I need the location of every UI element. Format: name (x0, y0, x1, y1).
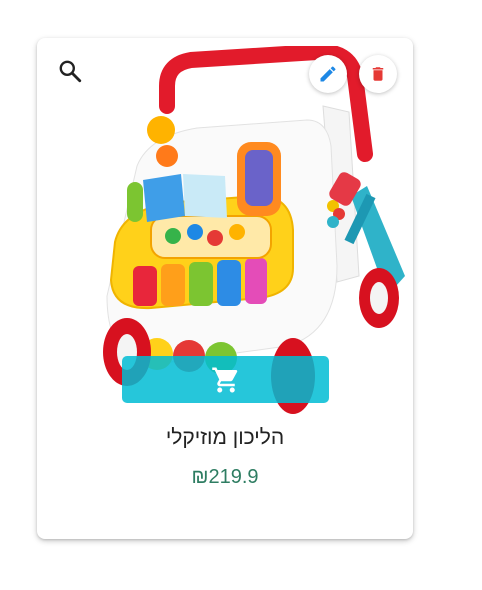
add-to-cart-button[interactable] (122, 356, 329, 403)
trash-icon (372, 67, 384, 81)
product-title: הליכון מוזיקלי (165, 426, 285, 449)
search-icon (59, 60, 82, 83)
product-price: ₪219.9 (191, 466, 259, 488)
delete-button[interactable] (359, 55, 397, 93)
pencil-icon (320, 66, 336, 82)
search-button[interactable] (55, 56, 85, 86)
edit-button[interactable] (309, 55, 347, 93)
shopping-cart-icon (211, 367, 237, 392)
product-card: הליכון מוזיקלי ₪219.9 (37, 38, 413, 539)
